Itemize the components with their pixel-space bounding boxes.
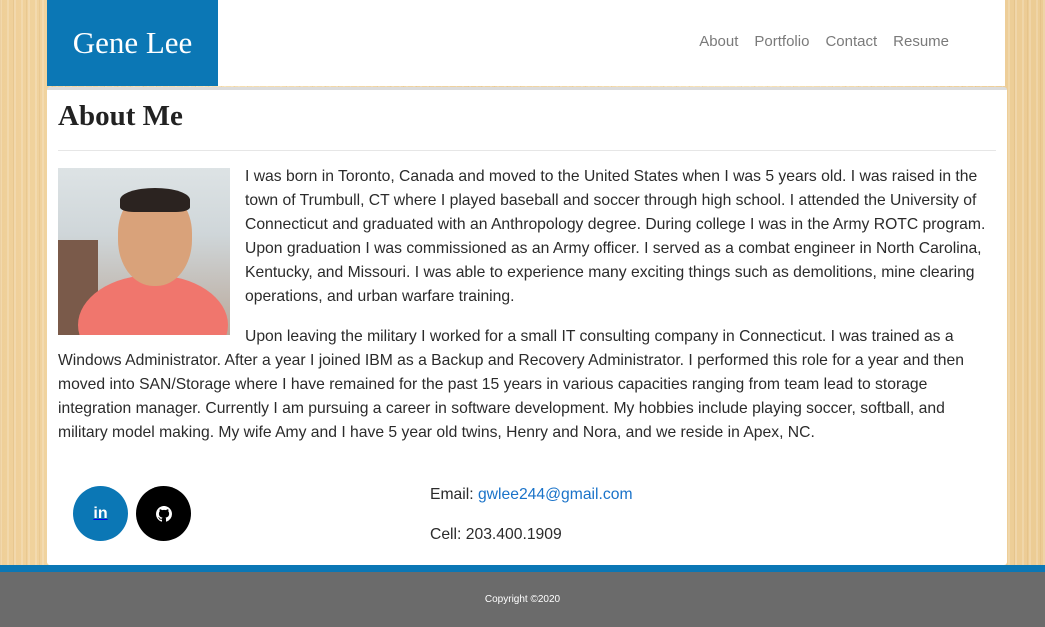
email-label: Email: [430,486,478,503]
social-links: in [73,486,191,541]
cell-number: 203.400.1909 [465,526,562,543]
footer-accent-stripe [0,565,1045,572]
copyright-text: Copyright ©2020 [484,594,561,605]
about-card: About Me I was born in Toronto, Canada a… [47,87,1007,565]
nav-resume-link[interactable]: Resume [893,33,949,50]
linkedin-icon: in [93,504,108,522]
cell-row: Cell: 203.400.1909 [430,523,633,563]
bio-section: I was born in Toronto, Canada and moved … [58,165,995,461]
cell-label: Cell: [430,526,466,543]
site-header: Gene Lee About Portfolio Contact Resume [47,0,1005,86]
site-footer: Copyright ©2020 [0,572,1045,627]
email-link[interactable]: gwlee244@gmail.com [478,486,633,503]
photo-hair-shape [120,188,190,212]
page-title: About Me [58,100,183,132]
profile-photo [58,168,230,335]
github-button[interactable] [136,486,191,541]
email-row: Email: gwlee244@gmail.com [430,483,633,523]
bio-paragraph-2: Upon leaving the military I worked for a… [58,328,964,441]
main-nav: About Portfolio Contact Resume [699,33,949,50]
title-divider [58,150,996,151]
github-icon [155,505,172,522]
linkedin-button[interactable]: in [73,486,128,541]
nav-contact-link[interactable]: Contact [825,33,877,50]
nav-about-link[interactable]: About [699,33,738,50]
nav-portfolio-link[interactable]: Portfolio [754,33,809,50]
brand-logo[interactable]: Gene Lee [47,0,218,86]
contact-info: Email: gwlee244@gmail.com Cell: 203.400.… [430,483,633,563]
